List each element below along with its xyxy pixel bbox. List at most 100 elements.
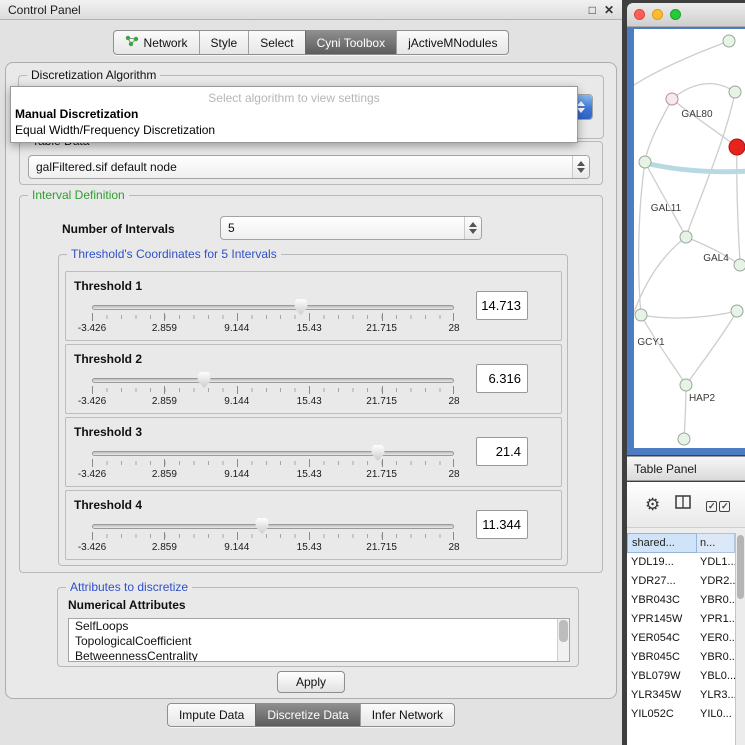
- node-label: GAL80: [681, 109, 713, 120]
- show-columns-icon[interactable]: [675, 495, 691, 514]
- slider-track[interactable]: [92, 451, 454, 456]
- scrollbar-thumb[interactable]: [737, 535, 744, 599]
- slider-track[interactable]: [92, 524, 454, 529]
- scale-label: 15.43: [297, 323, 322, 334]
- table-row[interactable]: YBR043CYBR0...: [627, 591, 735, 610]
- slider-tick: [92, 459, 93, 467]
- slider-tick: [92, 532, 93, 540]
- threshold-value-field[interactable]: 21.4: [476, 437, 528, 466]
- gene-node[interactable]: [734, 259, 745, 271]
- gene-node-gal80[interactable]: [666, 93, 678, 105]
- gene-node-gal4[interactable]: [680, 231, 692, 243]
- threshold-panel-3: Threshold 3 -3.426 2.859 9.144: [65, 417, 562, 487]
- slider-thumb[interactable]: [198, 372, 211, 388]
- column-header-name[interactable]: n...: [697, 533, 735, 553]
- list-item[interactable]: BetweennessCentrality: [69, 649, 569, 662]
- table-data-combobox[interactable]: galFiltered.sif default node: [28, 155, 590, 179]
- slider-track[interactable]: [92, 378, 454, 383]
- tab-select[interactable]: Select: [248, 31, 304, 54]
- node-label: GCY1: [637, 337, 665, 348]
- table-panel-header: Table Panel: [627, 456, 745, 481]
- tab-discretize-data[interactable]: Discretize Data: [255, 704, 359, 726]
- threshold-value-field[interactable]: 6.316: [476, 364, 528, 393]
- column-header-shared-name[interactable]: shared...: [627, 533, 697, 553]
- slider-tick: [92, 386, 93, 394]
- threshold-slider[interactable]: -3.426 2.859 9.144 15.43 21.715 28: [92, 517, 454, 559]
- table-row[interactable]: YER054CYER0...: [627, 629, 735, 648]
- float-window-icon[interactable]: □: [589, 4, 596, 16]
- threshold-panel-4: Threshold 4 -3.426 2.859 9.144: [65, 490, 562, 560]
- cell-name: YBL0...: [697, 667, 735, 686]
- gene-node[interactable]: [731, 305, 743, 317]
- table-row[interactable]: YPR145WYPR1...: [627, 610, 735, 629]
- threshold-value-field[interactable]: 14.713: [476, 291, 528, 320]
- table-row[interactable]: YDR27...YDR2...: [627, 572, 735, 591]
- network-view-frame: GAL80 GAL11 GAL4 GCY1 HAP2: [627, 27, 745, 455]
- cell-shared-name: YPR145W: [627, 610, 697, 629]
- top-tab-bar: Network Style Select Cyni Toolbox jActiv…: [0, 30, 622, 55]
- scale-label: 28: [448, 542, 459, 553]
- gene-node-gcy1[interactable]: [635, 309, 647, 321]
- network-canvas[interactable]: GAL80 GAL11 GAL4 GCY1 HAP2: [634, 29, 745, 448]
- slider-tick: [164, 313, 165, 321]
- gene-node-hap2[interactable]: [680, 379, 692, 391]
- group-title: Threshold's Coordinates for 5 Intervals: [67, 247, 281, 261]
- tab-label: Select: [260, 36, 293, 50]
- slider-scale: -3.426 2.859 9.144 15.43 21.715 28: [92, 469, 454, 481]
- select-all-columns-icon[interactable]: ✓✓: [706, 496, 730, 514]
- table-row[interactable]: YLR345WYLR3...: [627, 686, 735, 705]
- threshold-slider[interactable]: -3.426 2.859 9.144 15.43 21.715 28: [92, 371, 454, 413]
- tab-network[interactable]: Network: [114, 31, 199, 54]
- tab-impute-data[interactable]: Impute Data: [168, 704, 255, 726]
- tab-style[interactable]: Style: [199, 31, 249, 54]
- attributes-list[interactable]: SelfLoops TopologicalCoefficient Between…: [68, 618, 570, 662]
- close-panel-icon[interactable]: ✕: [604, 4, 614, 16]
- cell-shared-name: YLR345W: [627, 686, 697, 705]
- cell-name: YER0...: [697, 629, 735, 648]
- gene-node[interactable]: [678, 433, 690, 445]
- slider-track[interactable]: [92, 305, 454, 310]
- dropdown-option-manual-discretization[interactable]: Manual Discretization: [11, 106, 577, 122]
- combobox-arrows-icon[interactable]: [464, 217, 481, 239]
- threshold-value-field[interactable]: 11.344: [476, 510, 528, 539]
- gene-node-gal11[interactable]: [639, 156, 651, 168]
- network-nodes[interactable]: [635, 35, 745, 445]
- table-row[interactable]: YIL052CYIL0...: [627, 705, 735, 724]
- slider-tick: [309, 386, 310, 394]
- gear-icon[interactable]: ⚙: [645, 496, 660, 513]
- combobox-arrows-icon[interactable]: [572, 156, 589, 178]
- selected-gene-node[interactable]: [729, 139, 745, 155]
- slider-thumb[interactable]: [256, 518, 269, 534]
- table-row[interactable]: YBR045CYBR0...: [627, 648, 735, 667]
- tab-cyni-toolbox[interactable]: Cyni Toolbox: [305, 31, 396, 54]
- gene-node[interactable]: [723, 35, 735, 47]
- node-label: GAL4: [703, 253, 729, 264]
- list-item[interactable]: SelfLoops: [69, 619, 569, 634]
- slider-thumb[interactable]: [294, 299, 307, 315]
- gene-node[interactable]: [729, 86, 741, 98]
- scrollbar-thumb[interactable]: [559, 620, 568, 642]
- zoom-window-icon[interactable]: [670, 9, 681, 20]
- network-window-titlebar[interactable]: [627, 3, 745, 27]
- tab-jactivemnodules[interactable]: jActiveMNodules: [396, 31, 508, 54]
- list-item[interactable]: TopologicalCoefficient: [69, 634, 569, 649]
- cell-name: YPR1...: [697, 610, 735, 629]
- table-row[interactable]: YBL079WYBL0...: [627, 667, 735, 686]
- apply-button[interactable]: Apply: [277, 671, 345, 693]
- close-window-icon[interactable]: [634, 9, 645, 20]
- scale-label: 9.144: [224, 396, 249, 407]
- threshold-slider[interactable]: -3.426 2.859 9.144 15.43 21.715 28: [92, 444, 454, 486]
- threshold-slider[interactable]: -3.426 2.859 9.144 15.43 21.715 28: [92, 298, 454, 340]
- panel-title: Control Panel: [8, 3, 81, 17]
- minimize-window-icon[interactable]: [652, 9, 663, 20]
- window-controls: □ ✕: [589, 4, 614, 16]
- table-row[interactable]: YDL19...YDL1...: [627, 553, 735, 572]
- table-scrollbar[interactable]: [735, 533, 745, 745]
- scale-label: 21.715: [366, 469, 397, 480]
- tab-label: Impute Data: [179, 708, 244, 722]
- number-of-intervals-combobox[interactable]: 5: [220, 216, 482, 240]
- list-scrollbar[interactable]: [557, 619, 569, 661]
- dropdown-option-equal-width-frequency[interactable]: Equal Width/Frequency Discretization: [11, 122, 577, 138]
- tab-infer-network[interactable]: Infer Network: [360, 704, 454, 726]
- slider-tick: [382, 313, 383, 321]
